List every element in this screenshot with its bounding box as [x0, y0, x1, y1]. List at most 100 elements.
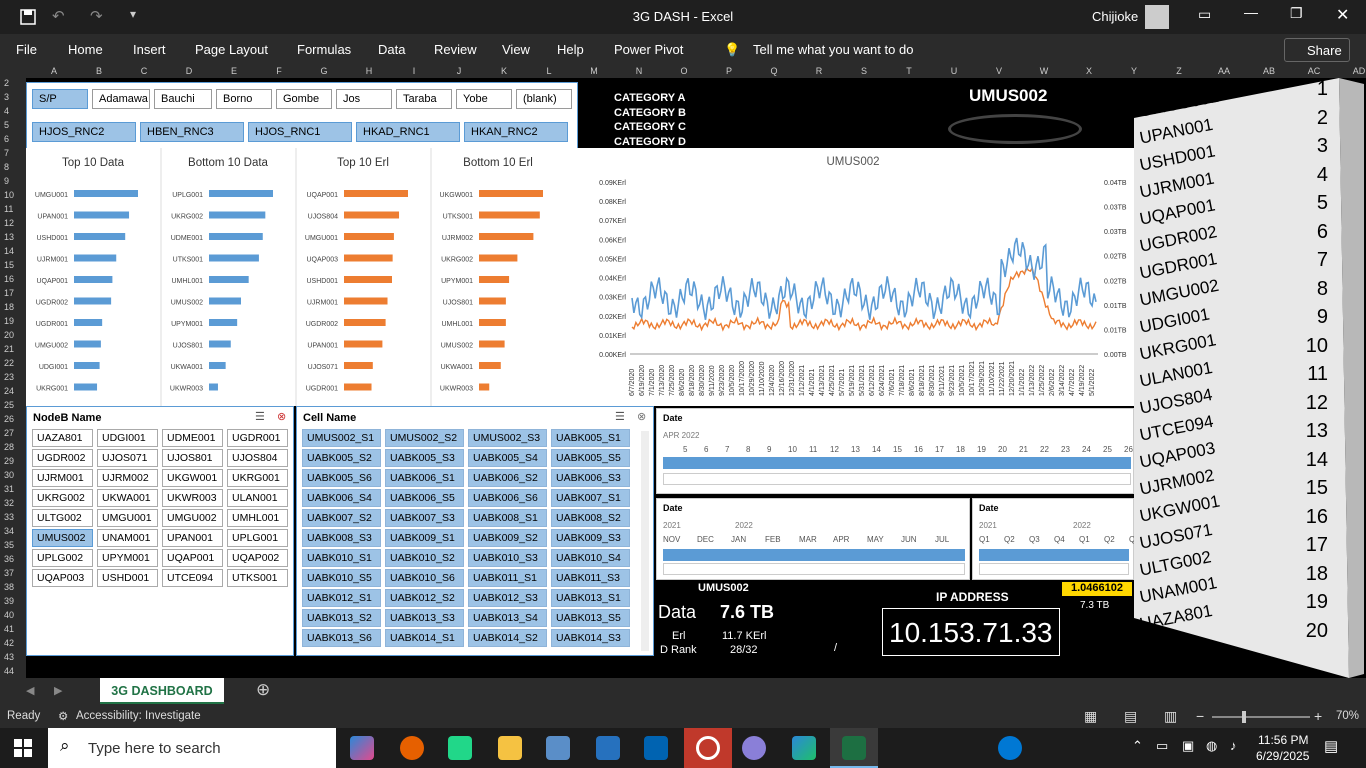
cell-slicer-item[interactable]: UMUS002_S3 [468, 429, 547, 447]
user-name[interactable]: Chijioke [1092, 9, 1138, 24]
tell-me-search[interactable]: Tell me what you want to do [753, 42, 913, 57]
powershell-icon[interactable] [596, 736, 620, 760]
accessibility-status[interactable]: Accessibility: Investigate [76, 710, 201, 722]
column-header[interactable]: V [989, 66, 1009, 76]
chevron-up-icon[interactable]: ⌃ [1132, 738, 1143, 754]
nodeb-slicer-item[interactable]: UKRG001 [227, 469, 288, 487]
clear-filter-icon[interactable]: ⊗ [277, 410, 286, 423]
nodeb-slicer-item[interactable]: UJOS804 [227, 449, 288, 467]
cell-slicer-item[interactable]: UABK008_S3 [302, 529, 381, 547]
tab-data[interactable]: Data [378, 42, 405, 57]
timeline-band[interactable] [663, 549, 965, 561]
cell-slicer-item[interactable]: UABK005_S2 [302, 449, 381, 467]
column-header[interactable]: T [899, 66, 919, 76]
camera-icon[interactable]: ▣ [1182, 738, 1194, 754]
remote-desktop-icon[interactable] [546, 736, 570, 760]
column-header[interactable]: G [314, 66, 334, 76]
row-header[interactable]: 7 [4, 148, 9, 158]
row-header[interactable]: 25 [4, 400, 14, 410]
nodeb-slicer-item[interactable]: UDME001 [162, 429, 223, 447]
cell-slicer-item[interactable]: UABK013_S2 [302, 609, 381, 627]
timeline-quarters[interactable]: Date 2021 2022 Q1Q2Q3Q4Q1Q2Q3 [972, 498, 1140, 580]
cell-slicer-item[interactable]: UABK009_S3 [551, 529, 630, 547]
row-header[interactable]: 26 [4, 414, 14, 424]
column-header[interactable]: U [944, 66, 964, 76]
column-header[interactable]: I [404, 66, 424, 76]
tab-insert[interactable]: Insert [133, 42, 166, 57]
cell-slicer-item[interactable]: UABK005_S4 [468, 449, 547, 467]
rnc-slicer-item[interactable]: HKAD_RNC1 [356, 122, 460, 142]
tab-page-layout[interactable]: Page Layout [195, 42, 268, 57]
tab-formulas[interactable]: Formulas [297, 42, 351, 57]
rnc-slicer-item[interactable]: HJOS_RNC2 [32, 122, 136, 142]
battery-icon[interactable]: ▭ [1156, 738, 1168, 754]
cell-slicer-item[interactable]: UABK013_S4 [468, 609, 547, 627]
cell-slicer-item[interactable]: UMUS002_S2 [385, 429, 464, 447]
row-header[interactable]: 41 [4, 624, 14, 634]
zoom-level[interactable]: 70% [1336, 710, 1359, 722]
state-slicer-item[interactable]: (blank) [516, 89, 572, 109]
nodeb-slicer-item[interactable]: UQAP001 [162, 549, 223, 567]
column-header[interactable]: K [494, 66, 514, 76]
nodeb-slicer-item[interactable]: UDGI001 [97, 429, 158, 447]
row-header[interactable]: 31 [4, 484, 14, 494]
column-header[interactable]: X [1079, 66, 1099, 76]
row-header[interactable]: 23 [4, 372, 14, 382]
column-header[interactable]: Y [1124, 66, 1144, 76]
cell-slicer-item[interactable]: UABK007_S1 [551, 489, 630, 507]
browser-icon[interactable] [742, 736, 766, 760]
row-header[interactable]: 24 [4, 386, 14, 396]
cell-slicer-item[interactable]: UABK005_S6 [302, 469, 381, 487]
column-header[interactable]: H [359, 66, 379, 76]
row-header[interactable]: 3 [4, 92, 9, 102]
row-header[interactable]: 10 [4, 190, 14, 200]
pycharm-icon[interactable] [448, 736, 472, 760]
row-header[interactable]: 28 [4, 442, 14, 452]
cell-slicer-item[interactable]: UABK013_S6 [302, 629, 381, 647]
row-header[interactable]: 5 [4, 120, 9, 130]
timeline-scrollbar[interactable] [663, 473, 1131, 485]
opera-app[interactable] [684, 728, 732, 768]
cell-slicer-item[interactable]: UABK013_S5 [551, 609, 630, 627]
row-header[interactable]: 37 [4, 568, 14, 578]
slicer-scrollbar[interactable] [641, 431, 649, 651]
nodeb-slicer-item[interactable]: ULTG002 [32, 509, 93, 527]
excel-app[interactable] [830, 728, 878, 768]
timeline-months[interactable]: Date 2021 2022 NOV DEC JAN FEB MAR APR MAY JUN J… [656, 498, 970, 580]
nodeb-slicer-item[interactable]: UKWA001 [97, 489, 158, 507]
page-layout-view-icon[interactable]: ▤ [1124, 708, 1137, 725]
nodeb-slicer-item[interactable]: UGDR002 [32, 449, 93, 467]
row-header[interactable]: 22 [4, 358, 14, 368]
cell-slicer-item[interactable]: UABK014_S2 [468, 629, 547, 647]
column-header[interactable]: AD [1349, 66, 1366, 76]
sheet-tab-3g-dashboard[interactable]: 3G DASHBOARD [100, 678, 224, 704]
row-header[interactable]: 32 [4, 498, 14, 508]
nodeb-slicer-item[interactable]: UPYM001 [97, 549, 158, 567]
cell-slicer-item[interactable]: UABK007_S2 [302, 509, 381, 527]
nodeb-slicer-item[interactable]: UMGU001 [97, 509, 158, 527]
row-header[interactable]: 19 [4, 316, 14, 326]
cell-slicer-item[interactable]: UABK012_S2 [385, 589, 464, 607]
cell-slicer-item[interactable]: UMUS002_S1 [302, 429, 381, 447]
column-header[interactable]: J [449, 66, 469, 76]
row-header[interactable]: 11 [4, 204, 13, 214]
cell-slicer-item[interactable]: UABK013_S3 [385, 609, 464, 627]
cell-slicer-item[interactable]: UABK006_S4 [302, 489, 381, 507]
timeline-band[interactable] [663, 457, 1131, 469]
zoom-slider[interactable] [1212, 716, 1310, 718]
row-header[interactable]: 12 [4, 218, 14, 228]
tab-view[interactable]: View [502, 42, 530, 57]
nodeb-slicer-item[interactable]: UKGW001 [162, 469, 223, 487]
zoom-in-icon[interactable]: + [1314, 708, 1322, 724]
file-explorer-icon[interactable] [498, 736, 522, 760]
nodeb-slicer-item[interactable]: UAZA801 [32, 429, 93, 447]
cell-slicer-item[interactable]: UABK010_S1 [302, 549, 381, 567]
nodeb-slicer-item[interactable]: UPAN001 [162, 529, 223, 547]
row-header[interactable]: 29 [4, 456, 14, 466]
accessibility-icon[interactable]: ⚙ [58, 709, 68, 723]
cell-slicer-item[interactable]: UABK013_S1 [551, 589, 630, 607]
nodeb-slicer-item[interactable]: UQAP002 [227, 549, 288, 567]
nodeb-slicer-item[interactable]: UTKS001 [227, 569, 288, 587]
state-slicer-item[interactable]: Gombe [276, 89, 332, 109]
nodeb-slicer-item[interactable]: UJRM002 [97, 469, 158, 487]
